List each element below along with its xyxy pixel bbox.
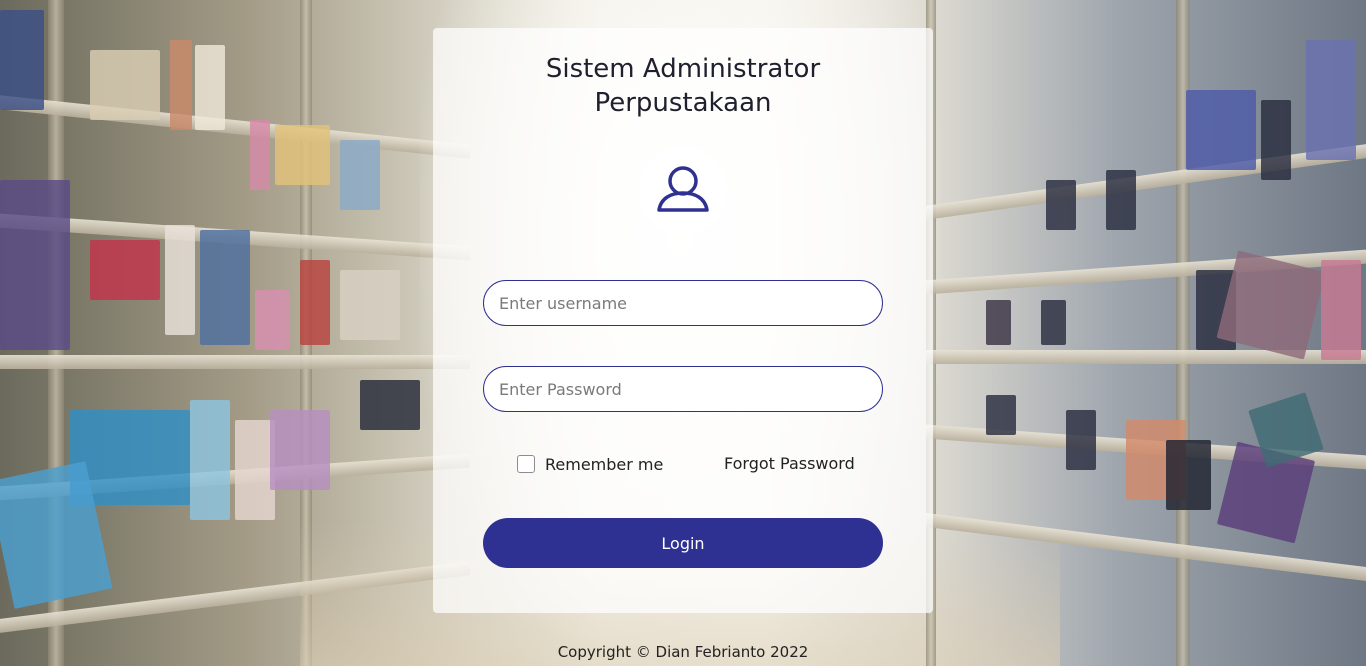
- page-title-line1: Sistem Administrator: [545, 54, 821, 84]
- copyright-footer: Copyright © Dian Febrianto 2022: [557, 643, 809, 661]
- remember-me-label[interactable]: Remember me: [545, 455, 663, 474]
- remember-me-checkbox[interactable]: [517, 455, 535, 473]
- page-title: Sistem Administrator Perpustakaan: [0, 52, 1366, 120]
- user-icon: [657, 166, 709, 212]
- username-input[interactable]: [483, 280, 883, 326]
- forgot-password-link[interactable]: Forgot Password: [724, 453, 855, 475]
- avatar: [639, 146, 727, 234]
- login-button[interactable]: Login: [483, 518, 883, 568]
- remember-me[interactable]: Remember me: [517, 453, 663, 475]
- page-title-line2: Perpustakaan: [594, 88, 772, 118]
- password-input[interactable]: [483, 366, 883, 412]
